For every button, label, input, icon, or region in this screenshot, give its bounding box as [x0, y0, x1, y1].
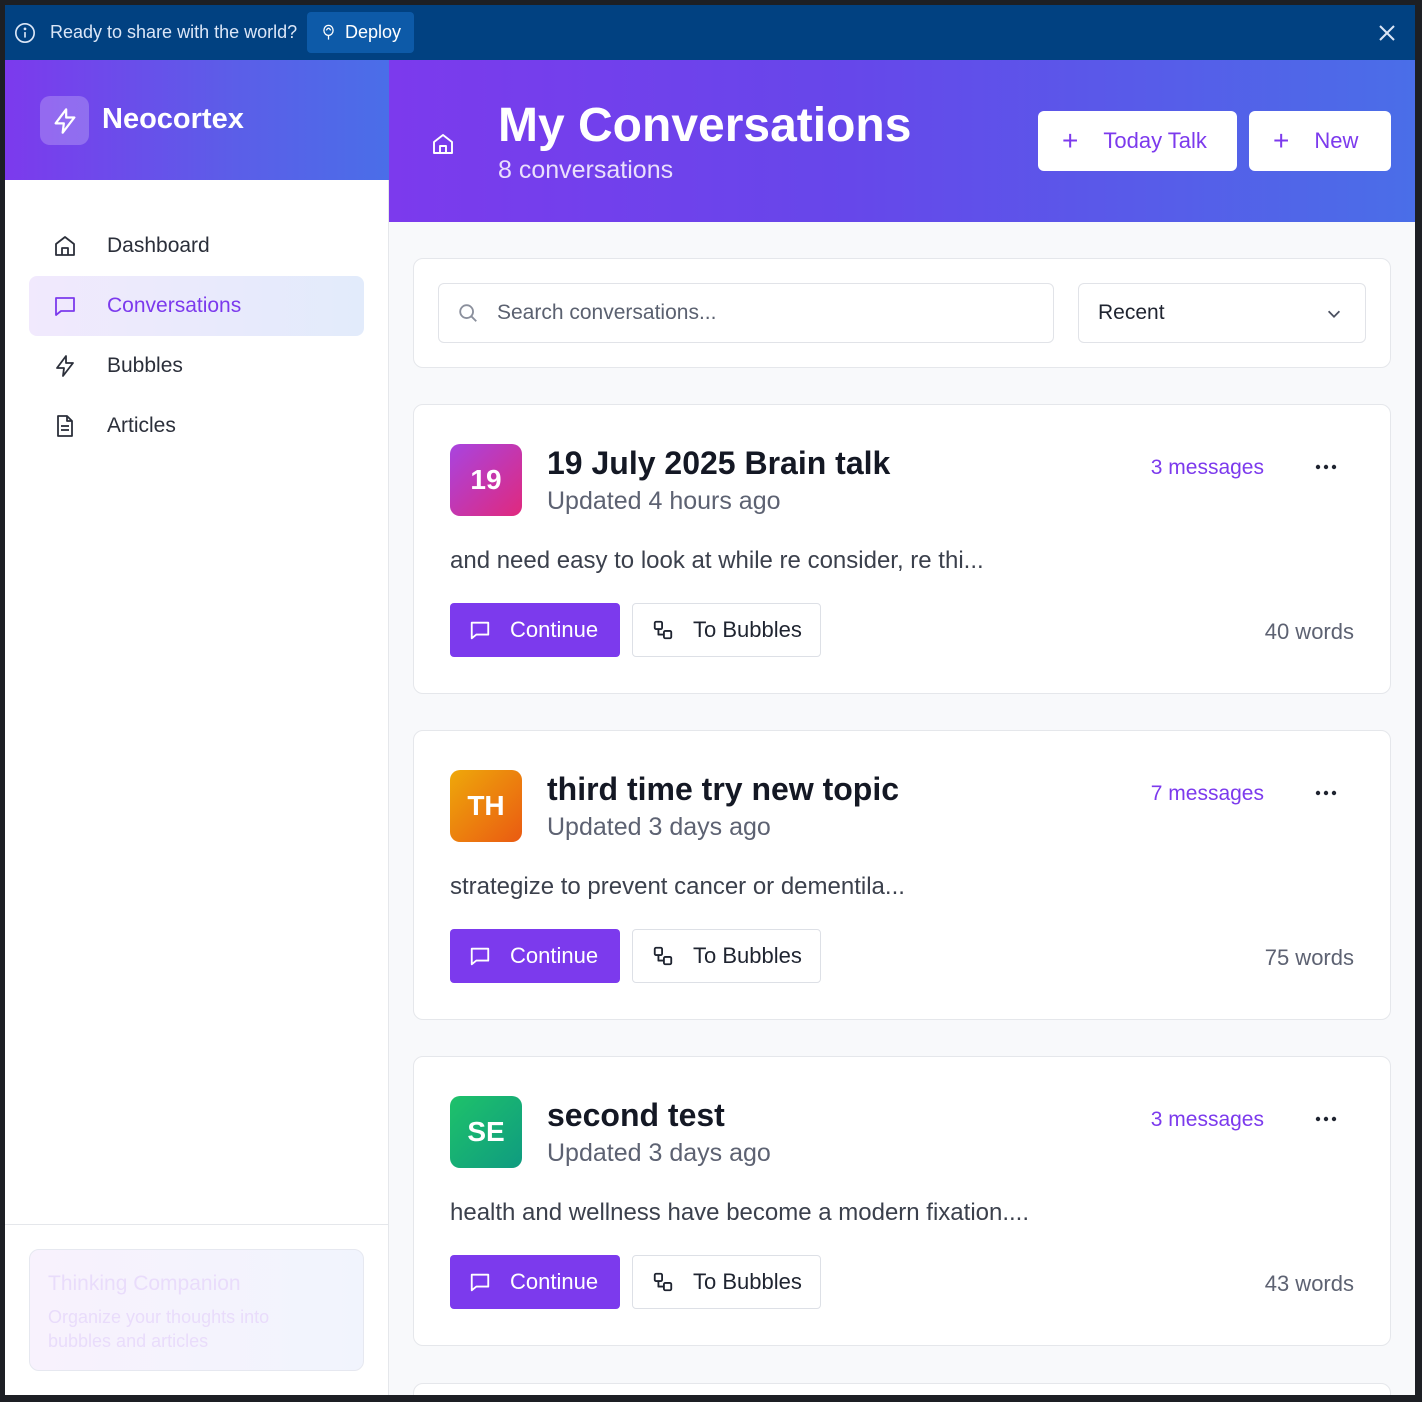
more-options-icon[interactable] — [1314, 457, 1338, 477]
banner-text: Ready to share with the world? — [50, 22, 298, 42]
to-bubbles-label: To Bubbles — [693, 617, 802, 642]
sidebar: Neocortex Dashboard Conversations Bubble… — [5, 60, 389, 1395]
search-box[interactable] — [438, 283, 1054, 343]
more-options-icon[interactable] — [1314, 783, 1338, 803]
continue-label: Continue — [510, 617, 599, 642]
app-window: Ready to share with the world? Deploy Ne… — [5, 5, 1415, 1395]
conversation-avatar: 19 — [450, 444, 522, 516]
today-talk-button[interactable]: + Today Talk — [1038, 111, 1237, 171]
sidebar-item-bubbles[interactable]: Bubbles — [29, 336, 364, 396]
chat-bubble-icon — [470, 621, 490, 640]
lightning-icon — [54, 107, 75, 134]
sidebar-item-label: Articles — [107, 414, 176, 437]
sidebar-item-dashboard[interactable]: Dashboard — [29, 216, 364, 276]
to-bubbles-label: To Bubbles — [693, 943, 802, 968]
sidebar-divider — [5, 1224, 389, 1225]
sidebar-nav: Dashboard Conversations Bubbles Articles — [29, 216, 364, 456]
close-icon[interactable] — [1377, 23, 1397, 43]
conversation-card[interactable]: SE second test Updated 3 days ago 3 mess… — [413, 1056, 1391, 1346]
home-icon[interactable] — [431, 132, 455, 156]
deploy-label: Deploy — [345, 22, 402, 42]
search-input[interactable] — [497, 301, 1037, 325]
conversation-card[interactable]: TH third time try new topic Updated 3 da… — [413, 730, 1391, 1020]
companion-subtitle: Organize your thoughts into bubbles and … — [48, 1307, 270, 1351]
sort-select[interactable]: Recent — [1078, 283, 1366, 343]
companion-title: Thinking Companion — [48, 1272, 241, 1295]
sidebar-header: Neocortex — [5, 60, 389, 180]
continue-button[interactable]: Continue — [450, 929, 620, 983]
conversation-updated: Updated 4 hours ago — [547, 487, 781, 515]
conversation-card — [413, 1383, 1391, 1395]
lightning-icon — [56, 355, 74, 377]
word-count: 43 words — [1264, 1271, 1354, 1296]
word-count: 75 words — [1264, 945, 1354, 970]
deploy-button[interactable]: Deploy — [307, 12, 414, 53]
conversation-title[interactable]: second test — [547, 1097, 725, 1134]
balloon-icon — [323, 24, 334, 40]
word-count: 40 words — [1264, 619, 1354, 644]
bubbles-convert-icon — [653, 946, 673, 966]
plus-icon: + — [1273, 125, 1290, 156]
page-title: My Conversations — [498, 99, 912, 152]
plus-icon: + — [1062, 125, 1079, 156]
conversation-preview: health and wellness have become a modern… — [450, 1199, 1030, 1226]
chat-bubble-icon — [55, 297, 75, 316]
conversation-preview: strategize to prevent cancer or dementil… — [450, 873, 905, 900]
sidebar-item-conversations[interactable]: Conversations — [29, 276, 364, 336]
conversation-card[interactable]: 19 19 July 2025 Brain talk Updated 4 hou… — [413, 404, 1391, 694]
page-header: My Conversations 8 conversations + Today… — [389, 60, 1415, 222]
info-icon — [15, 23, 35, 43]
to-bubbles-button[interactable]: To Bubbles — [632, 603, 821, 657]
conversation-title[interactable]: third time try new topic — [547, 771, 899, 808]
message-count: 3 messages — [1150, 1108, 1264, 1131]
bubbles-convert-icon — [653, 620, 673, 640]
more-options-icon[interactable] — [1314, 1109, 1338, 1129]
continue-label: Continue — [510, 1269, 599, 1294]
new-conversation-button[interactable]: + New — [1249, 111, 1391, 171]
search-card: Recent — [413, 258, 1391, 368]
bubbles-convert-icon — [653, 1272, 673, 1292]
continue-button[interactable]: Continue — [450, 1255, 620, 1309]
chevron-down-icon — [1327, 310, 1341, 318]
conversation-updated: Updated 3 days ago — [547, 1139, 771, 1167]
conversation-avatar: SE — [450, 1096, 522, 1168]
sidebar-item-label: Dashboard — [107, 234, 210, 257]
new-label: New — [1314, 128, 1359, 153]
search-icon — [459, 304, 477, 322]
logo — [40, 96, 89, 145]
home-icon — [55, 236, 75, 256]
conversation-count: 8 conversations — [498, 156, 674, 184]
sidebar-item-label: Conversations — [107, 294, 242, 317]
message-count: 7 messages — [1150, 782, 1264, 805]
conversation-title[interactable]: 19 July 2025 Brain talk — [547, 445, 890, 482]
to-bubbles-label: To Bubbles — [693, 1269, 802, 1294]
to-bubbles-button[interactable]: To Bubbles — [632, 929, 821, 983]
conversation-updated: Updated 3 days ago — [547, 813, 771, 841]
brand-name: Neocortex — [102, 103, 244, 135]
continue-button[interactable]: Continue — [450, 603, 620, 657]
chat-bubble-icon — [470, 1273, 490, 1292]
continue-label: Continue — [510, 943, 599, 968]
deploy-banner: Ready to share with the world? Deploy — [5, 5, 1415, 60]
sidebar-item-label: Bubbles — [107, 354, 183, 377]
sort-value: Recent — [1098, 301, 1165, 324]
message-count: 3 messages — [1150, 456, 1264, 479]
conversation-avatar: TH — [450, 770, 522, 842]
thinking-companion-card: Thinking Companion Organize your thought… — [29, 1249, 364, 1371]
document-icon — [57, 415, 73, 437]
sidebar-item-articles[interactable]: Articles — [29, 396, 364, 456]
conversation-preview: and need easy to look at while re consid… — [450, 547, 984, 574]
chat-bubble-icon — [470, 947, 490, 966]
to-bubbles-button[interactable]: To Bubbles — [632, 1255, 821, 1309]
today-talk-label: Today Talk — [1103, 128, 1207, 153]
